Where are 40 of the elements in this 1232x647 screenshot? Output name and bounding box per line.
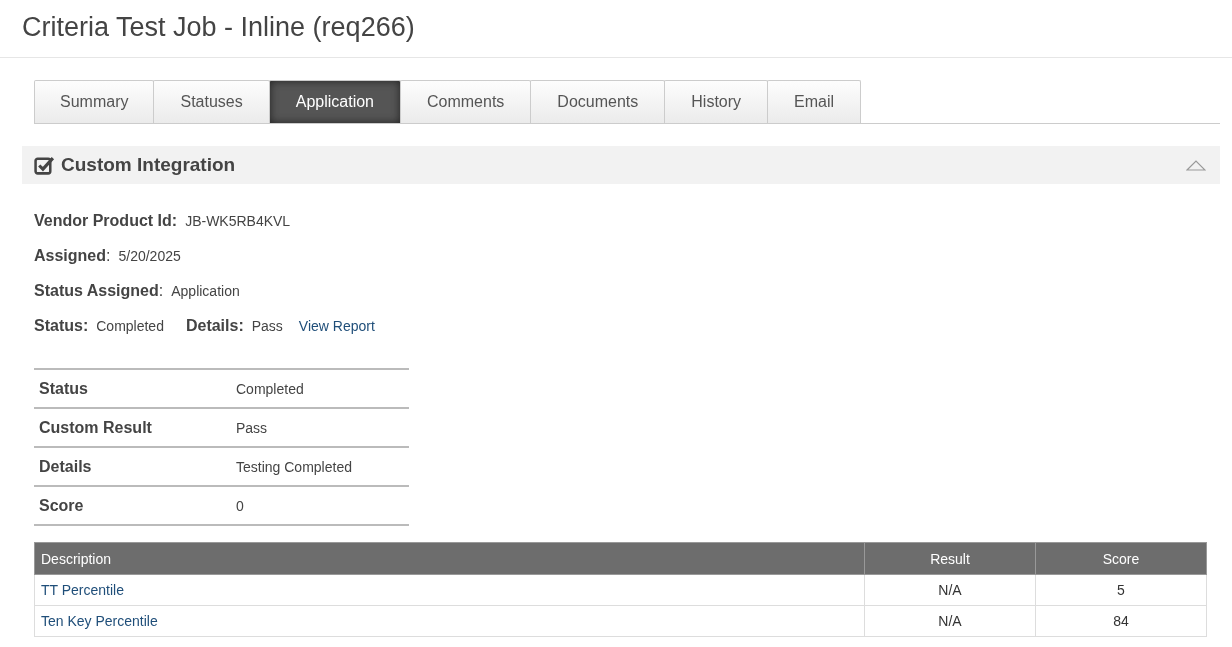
- table-cell: Pass: [231, 408, 409, 447]
- field-label: Vendor Product Id:: [34, 212, 178, 230]
- collapse-icon[interactable]: [1186, 159, 1206, 171]
- field-label: Assigned:: [34, 247, 111, 265]
- column-header: Score: [1035, 542, 1207, 575]
- field-value: Completed: [96, 318, 164, 334]
- table-cell: Custom Result: [34, 408, 231, 447]
- table-cell: N/A: [864, 574, 1036, 606]
- view-report-link[interactable]: View Report: [298, 318, 375, 334]
- table-cell: 84: [1035, 605, 1207, 637]
- tab[interactable]: Summary: [34, 80, 155, 123]
- table-cell: Testing Completed: [231, 447, 409, 486]
- table-cell: Score: [34, 486, 231, 525]
- field-value: 5/20/2025: [118, 248, 181, 264]
- table-cell: N/A: [864, 605, 1036, 637]
- table-cell: 5: [1035, 574, 1207, 606]
- description-link[interactable]: Ten Key Percentile: [34, 605, 865, 637]
- field-value: Application: [171, 283, 240, 299]
- field-value: JB-WK5RB4KVL: [185, 213, 291, 229]
- tab[interactable]: Comments: [400, 80, 532, 123]
- checkbox-icon: [34, 154, 55, 176]
- field-label: Details:: [185, 317, 244, 335]
- field-label: Status:: [34, 317, 89, 335]
- table-cell: 0: [231, 486, 409, 525]
- tab[interactable]: Application: [268, 80, 401, 123]
- table-cell: Status: [34, 369, 231, 408]
- tab[interactable]: Statuses: [153, 80, 270, 123]
- column-header: Result: [864, 542, 1036, 575]
- section-title: Custom Integration: [61, 154, 237, 176]
- column-header: Description: [34, 542, 865, 575]
- table-cell: Completed: [231, 369, 409, 408]
- field-value: Pass: [251, 318, 283, 334]
- table-cell: Details: [34, 447, 231, 486]
- section-header[interactable]: Custom Integration: [22, 146, 1220, 184]
- page-title: Criteria Test Job - Inline (req266): [0, 0, 1232, 58]
- tab[interactable]: History: [664, 80, 769, 123]
- field-label: Status Assigned:: [34, 282, 164, 300]
- description-link[interactable]: TT Percentile: [34, 574, 865, 606]
- tab[interactable]: Documents: [530, 80, 666, 123]
- tab[interactable]: Email: [767, 80, 862, 123]
